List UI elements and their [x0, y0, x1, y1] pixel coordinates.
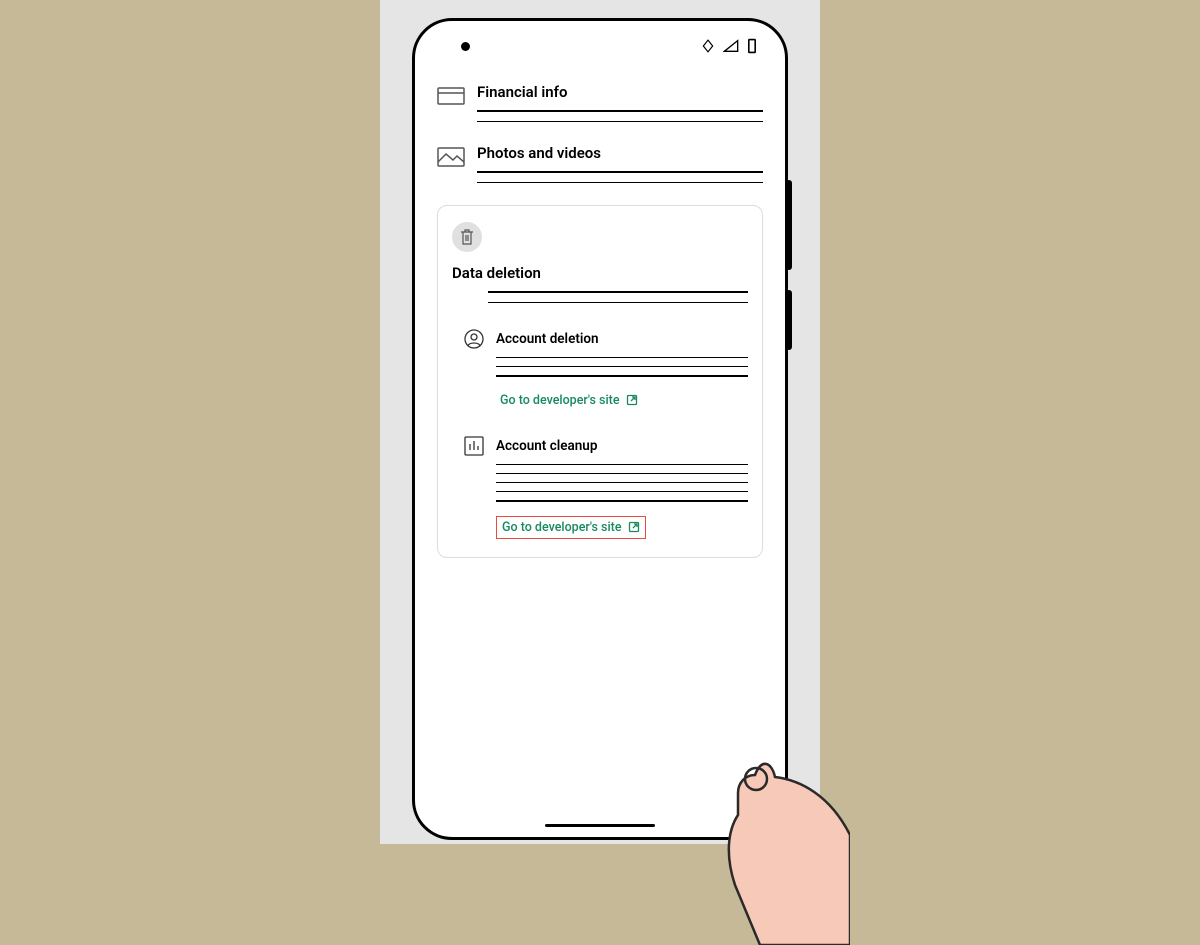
placeholder-line: [496, 357, 748, 358]
placeholder-line: [488, 302, 748, 304]
location-icon: [701, 39, 715, 53]
placeholder-line: [496, 464, 748, 465]
phone-frame: Financial info Photos and videos: [412, 18, 788, 840]
trash-icon: [452, 222, 482, 252]
chart-box-icon: [464, 436, 484, 456]
status-icons: [701, 38, 757, 54]
credit-card-icon: [437, 85, 465, 107]
section-photos-videos[interactable]: Photos and videos: [437, 144, 763, 183]
placeholder-line: [477, 121, 763, 123]
external-link-icon: [626, 394, 638, 406]
placeholder-line: [496, 366, 748, 367]
placeholder-line: [496, 500, 748, 501]
sub-section-account-deletion: Account deletion Go to developer's site: [452, 329, 748, 410]
placeholder-line: [496, 491, 748, 492]
signal-icon: [723, 39, 739, 53]
section-title: Financial info: [477, 83, 763, 101]
link-label: Go to developer's site: [502, 520, 622, 535]
go-to-developer-site-link[interactable]: Go to developer's site: [496, 391, 642, 410]
placeholder-line: [477, 171, 763, 173]
section-title: Photos and videos: [477, 144, 763, 162]
sub-section-account-cleanup: Account cleanup Go to developer's site: [452, 436, 748, 539]
battery-icon: [747, 38, 757, 54]
placeholder-line: [488, 291, 748, 293]
placeholder-line: [496, 482, 748, 483]
sub-title: Account deletion: [496, 331, 599, 347]
data-deletion-card: Data deletion Account deletion: [437, 205, 763, 558]
card-title: Data deletion: [452, 264, 748, 282]
section-financial-info[interactable]: Financial info: [437, 83, 763, 122]
placeholder-line: [496, 473, 748, 474]
external-link-icon: [628, 521, 640, 533]
placeholder-line: [477, 110, 763, 112]
person-circle-icon: [464, 329, 484, 349]
status-bar: [415, 21, 785, 71]
image-icon: [437, 146, 465, 168]
link-label: Go to developer's site: [500, 393, 620, 408]
placeholder-line: [477, 182, 763, 184]
placeholder-line: [496, 375, 748, 376]
camera-dot-icon: [461, 42, 470, 51]
sub-title: Account cleanup: [496, 438, 597, 454]
go-to-developer-site-link-highlighted[interactable]: Go to developer's site: [496, 516, 646, 539]
main-content: Financial info Photos and videos: [415, 71, 785, 558]
home-indicator[interactable]: [545, 824, 655, 827]
